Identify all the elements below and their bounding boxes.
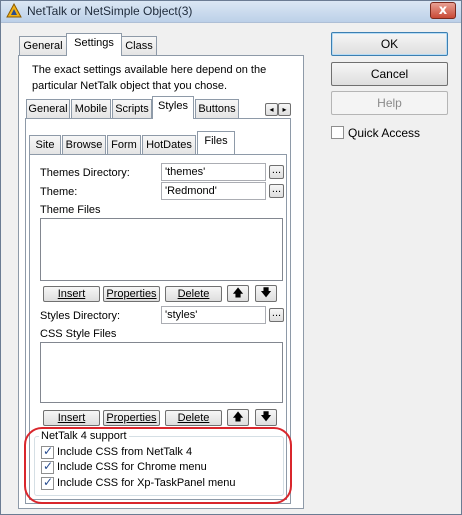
themes-directory-input[interactable]: 'themes' [161, 163, 266, 181]
tab-site[interactable]: Site [29, 135, 61, 155]
theme-files-delete-button[interactable]: Delete [165, 286, 222, 302]
app-icon [6, 3, 22, 18]
tab-mobile[interactable]: Mobile [71, 99, 111, 119]
cancel-button[interactable]: Cancel [331, 62, 448, 86]
styles-directory-label: Styles Directory: [40, 310, 121, 322]
info-text-line2: particular NetTalk object that you chose… [32, 80, 228, 92]
themes-directory-label: Themes Directory: [40, 167, 130, 179]
theme-files-move-up-icon[interactable]: 🡅 [227, 285, 249, 302]
tab-form[interactable]: Form [107, 135, 141, 155]
tab-scroll-left-icon[interactable]: ◂ [265, 103, 278, 116]
css-style-files-label: CSS Style Files [40, 328, 117, 340]
tab-scripts[interactable]: Scripts [112, 99, 152, 119]
themes-directory-browse-button[interactable]: ... [269, 165, 284, 179]
help-button[interactable]: Help [331, 91, 448, 115]
properties-label: Properties [106, 412, 157, 424]
info-text-line1: The exact settings available here depend… [32, 64, 267, 76]
theme-files-list[interactable] [40, 218, 283, 281]
quick-access-label: Quick Access [348, 126, 421, 140]
tab-scroll-right-icon[interactable]: ▸ [278, 103, 291, 116]
css-files-move-down-icon[interactable]: 🡇 [255, 409, 277, 426]
styles-directory-input[interactable]: 'styles' [161, 306, 266, 324]
css-files-properties-button[interactable]: Properties [103, 410, 160, 426]
tab-settings[interactable]: Settings [66, 33, 122, 56]
properties-label: Properties [106, 288, 157, 300]
highlight-annotation [24, 427, 292, 504]
tab-sub-general[interactable]: General [26, 99, 70, 119]
insert-label: Insert [57, 288, 86, 300]
theme-files-label: Theme Files [40, 204, 101, 216]
tab-general[interactable]: General [19, 36, 67, 56]
css-files-insert-button[interactable]: Insert [43, 410, 100, 426]
ok-button[interactable]: OK [331, 32, 448, 56]
theme-files-insert-button[interactable]: Insert [43, 286, 100, 302]
insert-label: Insert [57, 412, 86, 424]
theme-files-properties-button[interactable]: Properties [103, 286, 160, 302]
theme-files-move-down-icon[interactable]: 🡇 [255, 285, 277, 302]
css-style-files-list[interactable] [40, 342, 283, 403]
tab-hotdates[interactable]: HotDates [142, 135, 196, 155]
tab-files[interactable]: Files [197, 131, 235, 154]
delete-label: Delete [177, 288, 210, 300]
tab-styles[interactable]: Styles [152, 96, 194, 119]
tab-class[interactable]: Class [121, 36, 157, 56]
tab-buttons[interactable]: Buttons [195, 99, 239, 119]
delete-label: Delete [177, 412, 210, 424]
theme-label: Theme: [40, 186, 78, 198]
css-files-move-up-icon[interactable]: 🡅 [227, 409, 249, 426]
css-files-delete-button[interactable]: Delete [165, 410, 222, 426]
quick-access-checkbox[interactable] [331, 126, 344, 139]
theme-browse-button[interactable]: ... [269, 184, 284, 198]
window-title: NetTalk or NetSimple Object(3) [27, 4, 193, 18]
styles-directory-browse-button[interactable]: ... [269, 308, 284, 322]
theme-input[interactable]: 'Redmond' [161, 182, 266, 200]
tab-browse[interactable]: Browse [62, 135, 106, 155]
close-icon[interactable]: x [430, 2, 456, 19]
